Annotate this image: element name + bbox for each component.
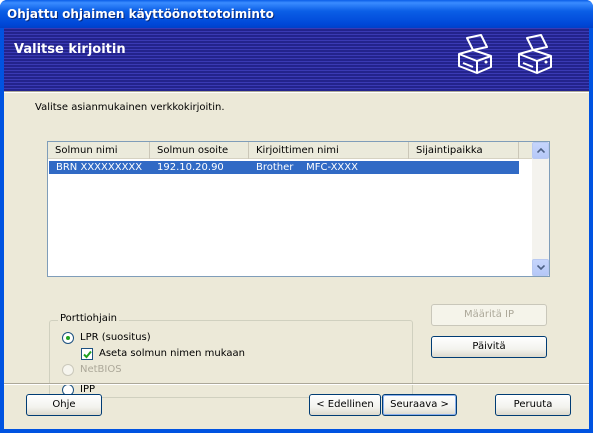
- printer-icon: [458, 34, 492, 74]
- radio-netbios: [62, 364, 74, 376]
- next-button[interactable]: Seuraava >: [382, 394, 457, 416]
- dialog-body: Valitse kirjoitin Valitse asianmukainen …: [4, 28, 589, 429]
- cell-node-address: 192.10.20.90: [157, 162, 224, 173]
- scroll-down-button[interactable]: [532, 259, 549, 276]
- chevron-down-icon: [537, 265, 545, 270]
- page-heading: Valitse kirjoitin: [14, 42, 126, 57]
- column-location[interactable]: Sijaintipaikka: [409, 142, 519, 159]
- back-button[interactable]: < Edellinen: [309, 394, 381, 416]
- help-button[interactable]: Ohje: [26, 394, 102, 416]
- header-banner: Valitse kirjoitin: [4, 28, 589, 91]
- footer-divider: [4, 383, 589, 385]
- title-bar[interactable]: Ohjattu ohjaimen käyttöönottotoiminto: [0, 0, 593, 28]
- instruction-text: Valitse asianmukainen verkkokirjoitin.: [35, 102, 225, 113]
- printer-icon: [518, 34, 552, 74]
- set-ip-button: Määritä IP: [431, 304, 547, 326]
- cell-printer-name: Brother MFC-XXXX: [256, 162, 358, 173]
- scroll-up-button[interactable]: [532, 142, 549, 159]
- refresh-button[interactable]: Päivitä: [431, 336, 547, 358]
- port-driver-group-label: Porttiohjain: [58, 313, 120, 324]
- column-node-name[interactable]: Solmun nimi: [48, 142, 150, 159]
- radio-lpr[interactable]: [62, 332, 74, 344]
- printer-list[interactable]: Solmun nimi Solmun osoite Kirjoittimen n…: [47, 141, 550, 277]
- set-by-node-name-label[interactable]: Aseta solmun nimen mukaan: [99, 348, 245, 359]
- header-divider: [4, 91, 589, 93]
- cell-node-name: BRN XXXXXXXXX: [56, 162, 143, 173]
- window-title: Ohjattu ohjaimen käyttöönottotoiminto: [7, 7, 274, 21]
- lpr-option-label[interactable]: LPR (suositus): [80, 332, 151, 343]
- chevron-up-icon: [537, 148, 545, 153]
- checkmark-icon: [83, 350, 92, 359]
- list-header: Solmun nimi Solmun osoite Kirjoittimen n…: [48, 142, 532, 159]
- column-node-address[interactable]: Solmun osoite: [150, 142, 249, 159]
- table-row[interactable]: BRN XXXXXXXXX 192.10.20.90 Brother MFC-X…: [49, 161, 519, 174]
- netbios-option-label: NetBIOS: [80, 364, 122, 375]
- installer-window: Ohjattu ohjaimen käyttöönottotoiminto Va…: [0, 0, 593, 433]
- vertical-scrollbar[interactable]: [532, 142, 549, 276]
- set-by-node-name-checkbox[interactable]: [81, 348, 93, 360]
- column-printer-name[interactable]: Kirjoittimen nimi: [249, 142, 409, 159]
- cancel-button[interactable]: Peruuta: [495, 394, 571, 416]
